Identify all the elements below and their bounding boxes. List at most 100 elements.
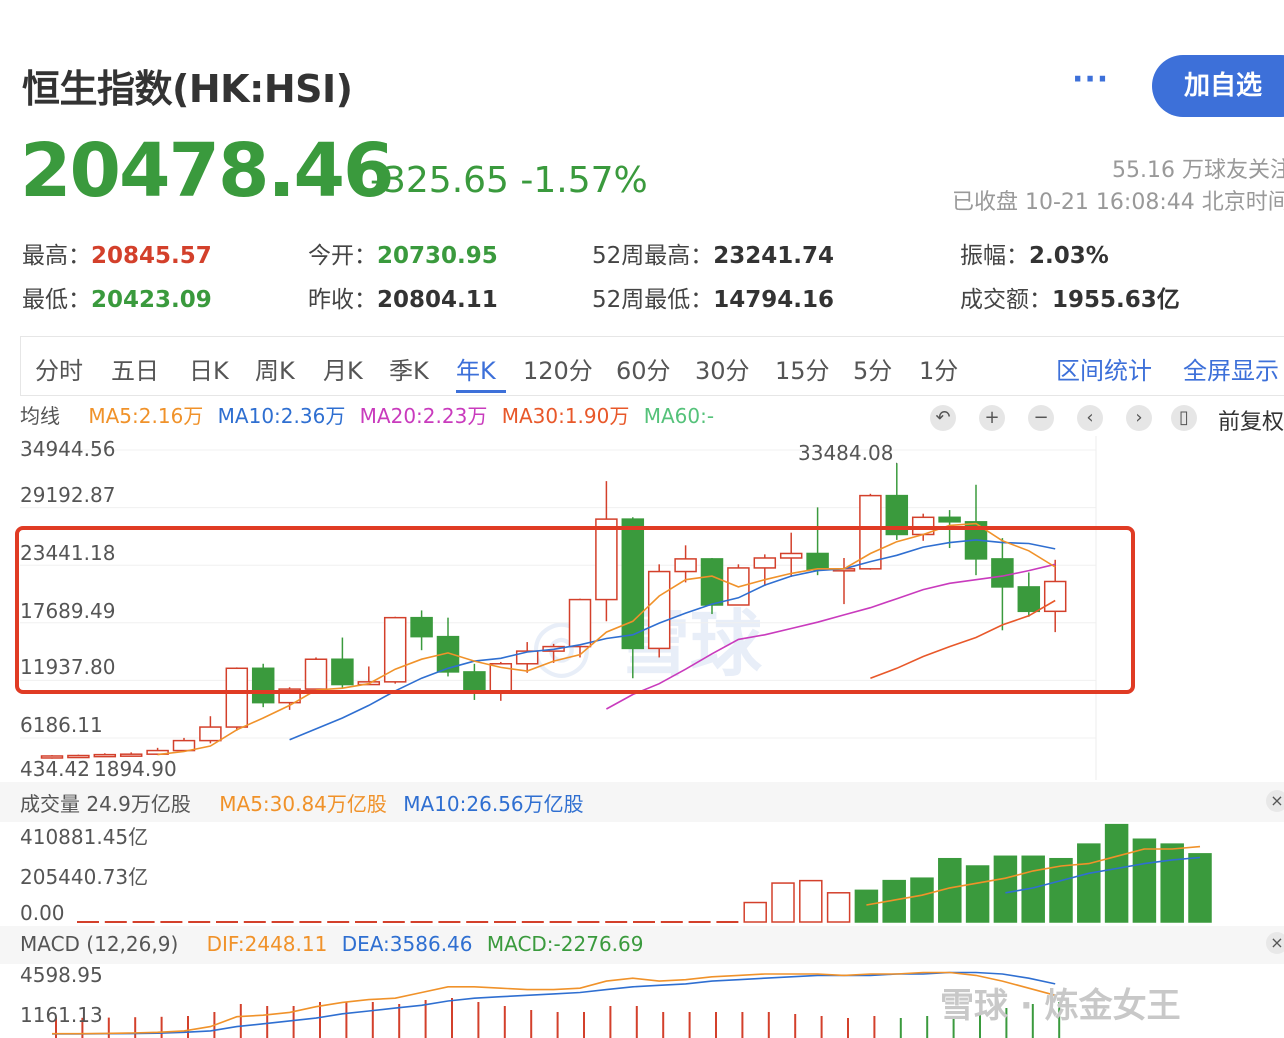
stat-52w-low: 52周最低：14794.16 xyxy=(592,287,835,313)
fullscreen-link[interactable]: 全屏显示 xyxy=(1183,351,1279,386)
candle xyxy=(806,552,829,571)
ma-legend-title: 均线 xyxy=(20,404,60,428)
undo-icon[interactable]: ↶ xyxy=(930,405,956,431)
y-tick-4: 11937.80 xyxy=(20,655,116,679)
volume-bar xyxy=(799,879,823,923)
candle xyxy=(251,667,275,704)
tab-60min[interactable]: 60分 xyxy=(616,351,671,386)
vol-tick-1: 205440.73亿 xyxy=(20,865,149,889)
tab-year-k[interactable]: 年K xyxy=(456,351,496,386)
volume-title: 成交量 24.9万亿股 xyxy=(20,792,191,816)
ma5-legend: MA5:2.16万 xyxy=(88,404,204,428)
ma20-line xyxy=(606,563,1056,710)
candle xyxy=(595,518,618,601)
zoom-out-icon[interactable]: − xyxy=(1028,405,1054,431)
stat-turnover-value: 1955.63亿 xyxy=(1052,287,1180,313)
stat-high-value: 20845.57 xyxy=(91,243,212,269)
volume-ma5-legend: MA5:30.84万亿股 xyxy=(219,792,387,816)
macd-dif-legend: DIF:2448.11 xyxy=(206,932,328,956)
stat-52w-low-value: 14794.16 xyxy=(713,287,835,313)
more-icon[interactable]: ··· xyxy=(1072,62,1109,97)
tab-fenshi[interactable]: 分时 xyxy=(35,351,83,386)
stat-low: 最低：20423.09 xyxy=(22,287,212,313)
candle xyxy=(991,558,1014,588)
candle xyxy=(331,658,354,686)
range-stats-link[interactable]: 区间统计 xyxy=(1056,351,1152,386)
y-tick-6: 434.42 xyxy=(20,757,90,781)
vol-tick-2: 0.00 xyxy=(20,901,65,925)
candle xyxy=(225,667,249,728)
stat-prev-close-value: 20804.11 xyxy=(377,287,498,313)
dea-line xyxy=(51,971,1056,1035)
volume-bar xyxy=(1104,823,1129,923)
tab-week-k[interactable]: 周K xyxy=(255,351,295,386)
candle xyxy=(700,558,724,606)
macd-title: MACD (12,26,9) xyxy=(20,932,179,956)
candle xyxy=(621,518,645,650)
candle xyxy=(410,616,433,638)
y-tick-2: 23441.18 xyxy=(20,541,116,565)
close-volume-icon[interactable]: × xyxy=(1266,790,1284,812)
volume-chart[interactable] xyxy=(0,822,1284,924)
tab-15min[interactable]: 15分 xyxy=(775,351,830,386)
macd-dea-legend: DEA:3586.46 xyxy=(341,932,473,956)
zoom-in-icon[interactable]: + xyxy=(979,405,1005,431)
stat-open: 今开：20730.95 xyxy=(308,243,498,269)
tab-1min[interactable]: 1分 xyxy=(919,351,958,386)
candle xyxy=(304,658,328,690)
candle xyxy=(463,671,486,692)
right-icon[interactable]: › xyxy=(1126,405,1152,431)
candle-icon[interactable]: ▯ xyxy=(1171,405,1197,431)
ma10-legend: MA10:2.36万 xyxy=(217,404,346,428)
volume-ma10-legend: MA10:26.56万亿股 xyxy=(403,792,584,816)
y-tick-1: 29192.87 xyxy=(20,483,116,507)
macd-tick-0: 4598.95 xyxy=(20,963,103,987)
followers-count: 55.16 万球友关注 xyxy=(1112,158,1284,183)
left-icon[interactable]: ‹ xyxy=(1077,405,1103,431)
candle xyxy=(1043,580,1067,613)
ma30-legend: MA30:1.90万 xyxy=(501,404,630,428)
y-tick-5: 6186.11 xyxy=(20,713,103,737)
candle xyxy=(383,616,407,683)
candle xyxy=(568,598,592,648)
candle xyxy=(647,570,671,650)
tab-30min[interactable]: 30分 xyxy=(695,351,750,386)
ma60-legend: MA60:- xyxy=(643,404,715,428)
volume-bar xyxy=(993,855,1018,923)
tab-quarter-k[interactable]: 季K xyxy=(389,351,429,386)
candle xyxy=(1017,586,1041,613)
macd-tick-1: 1161.13 xyxy=(20,1003,103,1027)
tab-5min[interactable]: 5分 xyxy=(853,351,892,386)
tab-day-k[interactable]: 日K xyxy=(189,351,229,386)
candle xyxy=(938,516,961,523)
volume-bar xyxy=(743,901,767,923)
stat-52w-high-value: 23241.74 xyxy=(713,243,835,269)
macd-legend: MACD (12,26,9) DIF:2448.11 DEA:3586.46 M… xyxy=(20,932,643,956)
candle xyxy=(753,557,777,569)
ma-legend: 均线 MA5:2.16万 MA10:2.36万 MA20:2.23万 MA30:… xyxy=(20,400,714,429)
close-macd-icon[interactable]: × xyxy=(1266,932,1284,954)
min-annotation: 1894.90 xyxy=(94,757,177,781)
vol-tick-0: 410881.45亿 xyxy=(20,825,149,849)
ma30-line xyxy=(870,599,1056,679)
stat-amplitude-value: 2.03% xyxy=(1029,243,1109,269)
adjust-dropdown[interactable]: 前复权 xyxy=(1218,404,1284,436)
stat-52w-high: 52周最高：23241.74 xyxy=(592,243,835,269)
candle xyxy=(199,726,222,742)
volume-bar xyxy=(965,865,990,923)
volume-bar xyxy=(1160,843,1184,923)
add-watchlist-button[interactable]: 加自选 xyxy=(1152,55,1284,117)
page-title: 恒生指数(HK:HSI) xyxy=(22,67,353,111)
volume-bar xyxy=(854,889,879,923)
market-status: 已收盘 10-21 16:08:44 北京时间 xyxy=(952,190,1284,215)
tab-month-k[interactable]: 月K xyxy=(323,351,363,386)
watermark: 雪球 · 炼金女王 xyxy=(940,986,1181,1026)
tab-5day[interactable]: 五日 xyxy=(111,351,159,386)
tab-120min[interactable]: 120分 xyxy=(523,351,593,386)
y-tick-3: 17689.49 xyxy=(20,599,116,623)
stat-low-value: 20423.09 xyxy=(91,287,212,313)
stat-prev-close: 昨收：20804.11 xyxy=(308,287,498,313)
stat-high: 最高：20845.57 xyxy=(22,243,212,269)
kline-chart[interactable] xyxy=(0,436,1284,780)
dif-line xyxy=(52,971,1056,1035)
